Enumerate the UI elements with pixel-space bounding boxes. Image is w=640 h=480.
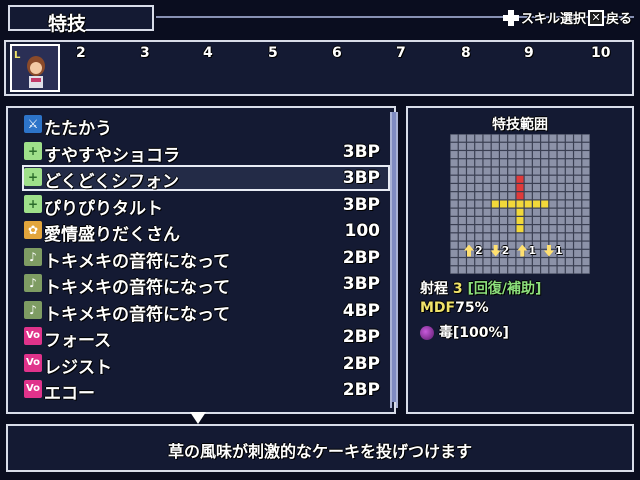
party-slot-number[interactable]: 6 <box>332 45 342 61</box>
svg-text:L: L <box>14 50 21 61</box>
scrollbar[interactable] <box>390 112 398 408</box>
target-count: 1 <box>517 244 536 257</box>
mdf-stat: MDF75% <box>420 300 489 316</box>
skill-row[interactable]: ⚔ たたかう <box>22 112 390 139</box>
description-pointer-icon <box>190 412 206 424</box>
heal-plus-icon: + <box>24 168 42 186</box>
skill-list-panel: ⚔ たたかう + すやすやショコラ 3BP + どくどくシフォン 3BP + ぴりぴりタルト 3BP… <box>6 106 398 414</box>
skill-row[interactable]: + ぴりぴりタルト 3BP <box>22 192 390 219</box>
arrow-up-icon <box>464 244 474 257</box>
attack-icon: ⚔ <box>24 115 42 133</box>
skill-name: ぴりぴりタルト <box>44 198 163 219</box>
skill-cost: 3BP <box>342 141 380 162</box>
party-slot-number[interactable]: 9 <box>524 45 534 61</box>
status-effect-text: 毒[100%] <box>438 325 509 341</box>
skill-row[interactable]: Vo レジスト 2BP <box>22 351 390 378</box>
music-note-icon: ♪ <box>24 274 42 292</box>
range-type-close: ] <box>535 281 542 297</box>
skill-row[interactable]: ♪ トキメキの音符になって 4BP <box>22 298 390 325</box>
mdf-label: MDF <box>420 300 456 316</box>
character-portrait-icon: L <box>12 46 58 90</box>
skill-cost: 2BP <box>342 247 380 268</box>
skill-row[interactable]: ♪ トキメキの音符になって 2BP <box>22 245 390 272</box>
target-count: 2 <box>464 244 483 257</box>
mdf-value: 75% <box>455 300 489 316</box>
party-slot-number[interactable]: 5 <box>268 45 278 61</box>
skill-row[interactable]: Vo エコー 2BP <box>22 377 390 404</box>
target-count: 2 <box>490 244 510 257</box>
target-count-value: 1 <box>554 244 563 257</box>
target-counts: 2 2 1 1 <box>464 244 563 257</box>
heal-plus-icon: + <box>24 141 42 160</box>
music-note-icon: ♪ <box>24 247 42 266</box>
skill-name: たたかう <box>44 119 112 139</box>
party-slot-number[interactable]: 8 <box>461 45 471 61</box>
skill-name: トキメキの音符になって <box>44 278 231 298</box>
skill-row[interactable]: + どくどくシフォン 3BP <box>22 165 390 192</box>
skill-name: トキメキの音符になって <box>44 304 231 325</box>
skill-cost: 2BP <box>342 353 380 374</box>
skill-cost: 2BP <box>342 380 380 400</box>
scrollbar-thumb[interactable] <box>392 112 396 402</box>
skill-description: 草の風味が刺激的なケーキを投げつけます <box>167 442 472 461</box>
skill-name: すやすやショコラ <box>44 145 180 166</box>
range-type-open: [回復/ <box>467 281 508 297</box>
page-title: 特技 <box>48 13 87 35</box>
range-type-support: 補助 <box>507 281 536 297</box>
vo-icon: Vo <box>24 380 42 398</box>
skill-cost: 100 <box>344 221 381 241</box>
heart-burst-icon: ✿ <box>24 221 42 239</box>
party-strip: L 2 3 4 5 6 7 8 9 10 <box>4 40 634 96</box>
range-stat: 射程 3 [回復/補助] <box>420 278 541 298</box>
target-count: 1 <box>543 244 563 257</box>
skill-cost: 3BP <box>342 274 380 294</box>
heal-plus-icon: + <box>24 194 42 213</box>
hint-back-label[interactable]: 戻る <box>606 8 632 27</box>
skill-name: フォース <box>44 331 112 351</box>
party-slot-1[interactable]: L <box>10 44 60 92</box>
skill-cost: 4BP <box>342 300 380 321</box>
target-count-value: 2 <box>475 244 483 257</box>
skill-cost: 3BP <box>342 194 380 215</box>
target-count-value: 2 <box>501 244 510 257</box>
range-title: 特技範囲 <box>492 117 548 133</box>
party-slot-number[interactable]: 10 <box>591 45 610 61</box>
screen-title-box: 特技 <box>8 5 154 35</box>
description-panel: 草の風味が刺激的なケーキを投げつけます <box>6 424 634 472</box>
range-label: 射程 <box>420 281 448 297</box>
skill-cost: 3BP <box>342 168 380 188</box>
party-slot-number[interactable]: 3 <box>140 45 150 61</box>
skill-name: レジスト <box>44 357 112 378</box>
arrow-down-icon <box>543 244 554 257</box>
range-value: 3 <box>452 281 463 297</box>
x-button-icon[interactable]: ✕ <box>587 9 604 26</box>
arrow-down-icon <box>490 244 501 257</box>
skill-name: トキメキの音符になって <box>44 251 231 272</box>
vo-icon: Vo <box>24 327 42 345</box>
dpad-icon <box>502 9 519 26</box>
skill-range-panel: 特技範囲 2 2 1 1 射程 3 [回復/補助] MDF75% 毒[100%] <box>406 106 634 414</box>
skill-row[interactable]: + すやすやショコラ 3BP <box>22 139 390 166</box>
control-hints: スキル選択 ✕ 戻る <box>502 8 632 27</box>
poison-icon <box>420 326 434 340</box>
hint-select-label: スキル選択 <box>520 12 586 27</box>
skill-name: エコー <box>44 384 95 404</box>
target-count-value: 1 <box>528 244 536 257</box>
skill-row[interactable]: Vo フォース 2BP <box>22 324 390 351</box>
skill-row[interactable]: ✿ 愛情盛りだくさん 100 <box>22 218 390 245</box>
arrow-up-icon <box>517 244 528 257</box>
status-effect: 毒[100%] <box>420 322 509 342</box>
music-note-icon: ♪ <box>24 300 42 319</box>
vo-icon: Vo <box>24 353 42 372</box>
skill-name: 愛情盛りだくさん <box>44 225 180 245</box>
skill-row[interactable]: ♪ トキメキの音符になって 3BP <box>22 271 390 298</box>
skill-name: どくどくシフォン <box>44 172 179 192</box>
party-slot-number[interactable]: 4 <box>203 45 213 61</box>
party-slot-number[interactable]: 7 <box>396 45 406 61</box>
skill-cost: 2BP <box>342 327 380 347</box>
party-slot-number[interactable]: 2 <box>76 45 86 61</box>
